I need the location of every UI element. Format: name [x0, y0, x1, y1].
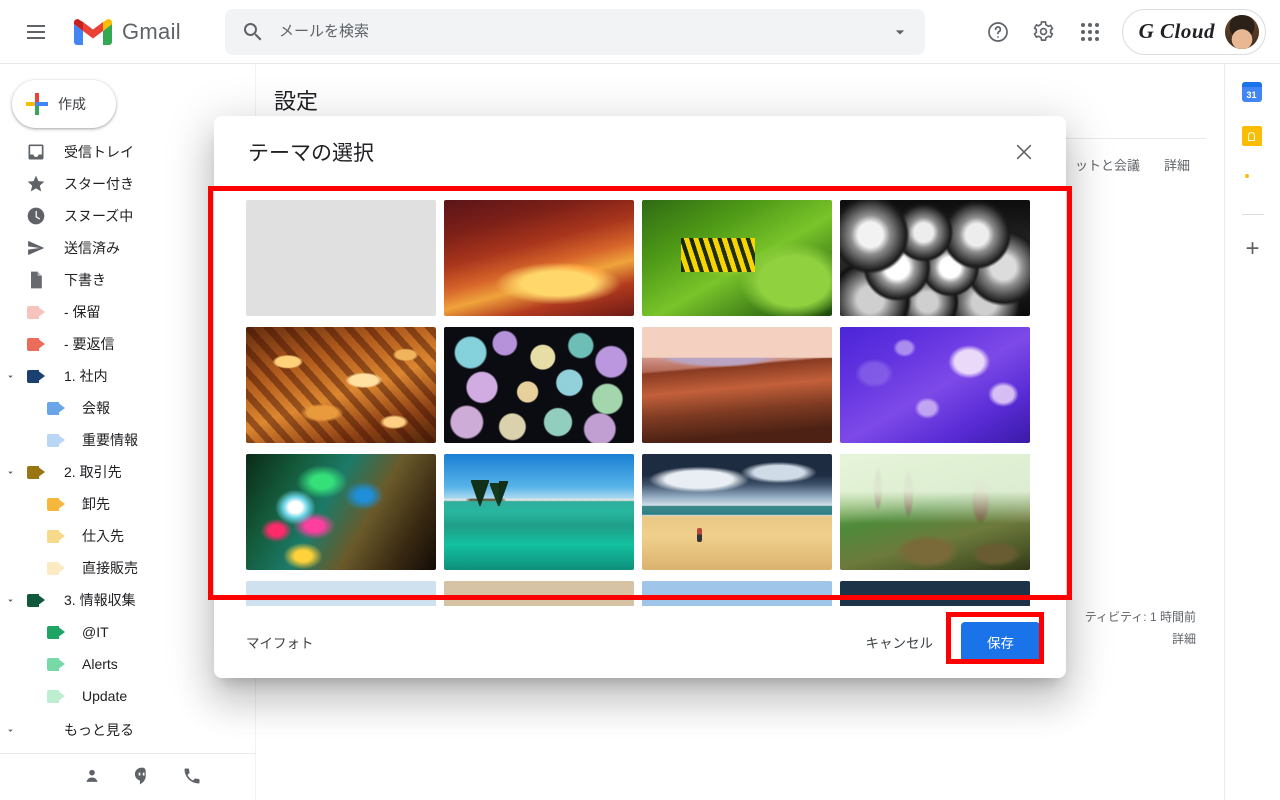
- theme-image: [246, 200, 436, 316]
- theme-thumbnail-canyon[interactable]: [444, 200, 634, 316]
- theme-thumbnail-lake-tahoe[interactable]: [444, 454, 634, 570]
- my-photos-link[interactable]: マイフォト: [246, 632, 314, 652]
- theme-image: [642, 200, 832, 316]
- dialog-footer: マイフォト キャンセル 保存: [214, 606, 1066, 678]
- dialog-header: テーマの選択: [214, 116, 1066, 188]
- theme-thumbnail-horseshoe-bend[interactable]: [642, 327, 832, 443]
- dialog-title: テーマの選択: [248, 142, 374, 165]
- theme-thumbnail-jellyfish[interactable]: [840, 327, 1030, 443]
- close-icon[interactable]: [1004, 132, 1044, 172]
- theme-image: [444, 200, 634, 316]
- theme-thumbnail-bokeh-lights[interactable]: [444, 327, 634, 443]
- theme-thumbnail-partial-1[interactable]: [246, 581, 436, 606]
- theme-picker-dialog: テーマの選択 マイフォト キャンセル 保存: [214, 116, 1066, 678]
- gmail-app: Gmail メールを検索 G Cloud 作成 受信トレイ スター付き スヌーズ…: [0, 0, 1280, 800]
- cancel-button[interactable]: キャンセル: [852, 623, 948, 661]
- theme-image: [246, 454, 436, 570]
- theme-grid-scroll[interactable]: [214, 188, 1066, 606]
- theme-image: [642, 581, 832, 606]
- theme-thumbnail-storm-beach[interactable]: [642, 454, 832, 570]
- theme-image: [642, 327, 832, 443]
- dialog-actions: キャンセル 保存: [852, 622, 1040, 662]
- theme-image: [840, 581, 1030, 606]
- save-button[interactable]: 保存: [961, 622, 1040, 662]
- theme-thumbnail-partial-4[interactable]: [840, 581, 1030, 606]
- theme-thumbnail-chess[interactable]: [246, 200, 436, 316]
- theme-image: [444, 581, 634, 606]
- theme-image: [444, 454, 634, 570]
- theme-image: [246, 327, 436, 443]
- theme-image: [246, 581, 436, 606]
- theme-image: [444, 327, 634, 443]
- theme-thumbnail-autumn-leaves[interactable]: [246, 327, 436, 443]
- theme-image: [840, 200, 1030, 316]
- theme-image: [840, 454, 1030, 570]
- theme-thumbnail-partial-2[interactable]: [444, 581, 634, 606]
- theme-thumbnail-caterpillar[interactable]: [642, 200, 832, 316]
- theme-thumbnail-forest-stream[interactable]: [840, 454, 1030, 570]
- theme-thumbnail-pipes[interactable]: [840, 200, 1030, 316]
- theme-grid: [246, 200, 1048, 606]
- theme-thumbnail-partial-3[interactable]: [642, 581, 832, 606]
- theme-image: [642, 454, 832, 570]
- theme-thumbnail-neon-swirl[interactable]: [246, 454, 436, 570]
- theme-image: [840, 327, 1030, 443]
